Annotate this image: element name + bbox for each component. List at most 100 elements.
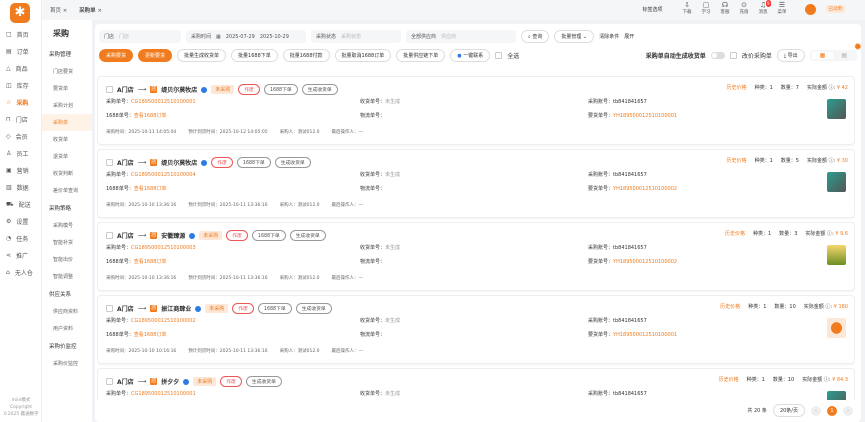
submenu-item[interactable]: 用户资料 — [42, 320, 92, 337]
submenu-item[interactable]: 门店要货 — [42, 63, 92, 80]
card-checkbox[interactable] — [106, 305, 113, 312]
product-thumbnail[interactable] — [827, 99, 846, 119]
generate-receipt-button[interactable]: 生成收货单 — [245, 376, 282, 387]
submenu-group[interactable]: 采购策略 — [42, 199, 92, 217]
date-range[interactable]: 采购时间 ▦ 2025-07-29 2025-10-29 — [186, 30, 306, 43]
auto-receipt-toggle[interactable] — [710, 52, 725, 59]
action-button-0[interactable]: 采购要货 — [99, 49, 134, 62]
request-number-value[interactable]: YH189500012510100002 — [613, 186, 677, 192]
submenu-item[interactable]: 采购单 — [42, 114, 92, 131]
history-price-link[interactable]: 历史价格 — [720, 303, 740, 310]
void-button[interactable]: 作废 — [226, 230, 248, 241]
submenu-item[interactable]: 智能调整 — [42, 268, 92, 285]
nav-item-14[interactable]: ⌂ 无人仓 — [0, 264, 41, 281]
card-checkbox[interactable] — [106, 159, 113, 166]
settings-gear-icon[interactable]: ✹ — [854, 42, 862, 53]
nav-item-13[interactable]: ⋖ 推广 — [0, 247, 41, 264]
card-view-icon[interactable]: ▦ — [811, 52, 834, 59]
order-1688-value[interactable]: 查看1688订单 — [134, 113, 167, 119]
card-checkbox[interactable] — [106, 378, 113, 385]
submenu-item[interactable]: 收货单 — [42, 131, 92, 148]
supplier-filter[interactable]: 全部供应商 供应商 — [406, 30, 516, 43]
list-view-icon[interactable]: ▤ — [833, 52, 855, 59]
void-button[interactable]: 作废 — [220, 376, 242, 387]
product-thumbnail[interactable] — [827, 245, 846, 265]
order-1688-button[interactable]: 1688下单 — [257, 303, 292, 314]
submenu-item[interactable]: 采购模号 — [42, 217, 92, 234]
change-price-checkbox[interactable] — [729, 52, 737, 59]
action-button-3[interactable]: 批量1688下单 — [231, 49, 278, 62]
nav-item-8[interactable]: ▣ 营销 — [0, 162, 41, 179]
void-button[interactable]: 作废 — [211, 157, 233, 168]
product-thumbnail[interactable] — [827, 391, 846, 400]
select-all-checkbox[interactable] — [495, 52, 503, 59]
tool-1[interactable]: ▢ 学习 — [702, 2, 711, 16]
page-size-select[interactable]: 20条/页 — [772, 404, 805, 417]
clear-conditions-button[interactable]: 清除条件 — [599, 33, 619, 40]
order-1688-value[interactable]: 查看1688订单 — [134, 186, 167, 192]
order-1688-value[interactable]: 查看1688订单 — [134, 259, 167, 265]
order-1688-button[interactable]: 1688下单 — [236, 157, 271, 168]
po-number-value[interactable]: CG189500012510100004 — [131, 172, 196, 178]
supplier-name[interactable]: 振江商肆业 — [161, 304, 191, 313]
product-thumbnail[interactable] — [827, 172, 846, 192]
action-button-1[interactable]: 更新要货 — [138, 49, 173, 62]
nav-item-2[interactable]: △ 商品 — [0, 60, 41, 77]
breadcrumb-current[interactable]: 采购单 — [79, 8, 96, 14]
submenu-group[interactable]: 采购价监控 — [42, 337, 92, 355]
order-1688-button[interactable]: 1688下单 — [263, 84, 298, 95]
submenu-item[interactable]: 智能补货 — [42, 234, 92, 251]
action-button-2[interactable]: 批量生成收货单 — [177, 49, 227, 62]
mini-mode-toggle[interactable]: mini模式 — [0, 397, 42, 404]
nav-item-12[interactable]: ◔ 任务 — [0, 230, 41, 247]
tool-4[interactable]: ♫ 消息 9 — [759, 0, 771, 16]
order-1688-button[interactable]: 1688下单 — [251, 230, 286, 241]
nav-item-1[interactable]: ▤ 订单 — [0, 43, 41, 60]
generate-receipt-button[interactable]: 生成收货单 — [301, 84, 338, 95]
void-button[interactable]: 作废 — [238, 84, 260, 95]
history-price-link[interactable]: 历史价格 — [727, 84, 747, 91]
po-number-value[interactable]: CG189500012510100001 — [131, 391, 196, 397]
supplier-name[interactable]: 安徽臻源 — [161, 231, 185, 240]
query-button[interactable]: ⌕ 查询 — [521, 30, 550, 43]
account-badge[interactable]: 已试用 — [825, 5, 845, 13]
submenu-item[interactable]: 供应商资料 — [42, 303, 92, 320]
one-click-contact-button[interactable]: ● 一键联系 — [450, 49, 491, 62]
po-number-value[interactable]: CG189500012510100001 — [131, 99, 196, 105]
nav-item-4[interactable]: ☆ 采购 — [0, 94, 41, 111]
history-price-link[interactable]: 历史价格 — [719, 376, 739, 383]
export-button[interactable]: ⤓ 导出 — [776, 49, 805, 62]
store-filter[interactable]: 门店 门店 — [99, 30, 181, 43]
nav-item-7[interactable]: ♙ 员工 — [0, 145, 41, 162]
product-thumbnail[interactable] — [827, 318, 846, 338]
breadcrumb-home[interactable]: 首页 — [50, 8, 61, 14]
request-number-value[interactable]: YH189500012510100001 — [613, 113, 677, 119]
history-price-link[interactable]: 历史价格 — [727, 157, 747, 164]
next-page-button[interactable]: › — [843, 405, 853, 416]
label-select[interactable]: 标签选项 — [642, 6, 662, 13]
submenu-item[interactable]: 收货判断 — [42, 165, 92, 182]
submenu-item[interactable]: 退货单 — [42, 148, 92, 165]
po-number-value[interactable]: CG189500012510100003 — [131, 245, 196, 251]
request-number-value[interactable]: YH189500012510100002 — [613, 259, 677, 265]
generate-receipt-button[interactable]: 生成收货单 — [295, 303, 332, 314]
nav-item-3[interactable]: ◫ 库存 — [0, 77, 41, 94]
card-checkbox[interactable] — [106, 86, 113, 93]
tool-0[interactable]: ⇩ 下载 — [683, 2, 692, 16]
supplier-name[interactable]: 缇贝尔莫牧店 — [161, 158, 197, 167]
status-filter[interactable]: 采购状态 采购状态 — [311, 30, 401, 43]
nav-item-5[interactable]: ⊓ 门店 — [0, 111, 41, 128]
action-button-5[interactable]: 批量取消1688订单 — [334, 49, 392, 62]
submenu-item[interactable]: 采购计划 — [42, 97, 92, 114]
action-button-6[interactable]: 批量供应链下单 — [396, 49, 446, 62]
request-number-value[interactable]: YH189500012510100001 — [613, 332, 677, 338]
tool-3[interactable]: ⊙ 充值 — [740, 2, 749, 16]
order-1688-value[interactable]: 查看1688订单 — [134, 332, 167, 338]
prev-page-button[interactable]: ‹ — [811, 405, 821, 416]
submenu-item[interactable]: 要货单 — [42, 80, 92, 97]
submenu-group[interactable]: 供应关系 — [42, 285, 92, 303]
action-button-4[interactable]: 批量1688付款 — [282, 49, 330, 62]
batch-manage-button[interactable]: 批量管理 ⌄ — [554, 30, 595, 43]
submenu-item[interactable]: 智能出价 — [42, 251, 92, 268]
supplier-name[interactable]: 拼夕夕 — [161, 377, 179, 386]
